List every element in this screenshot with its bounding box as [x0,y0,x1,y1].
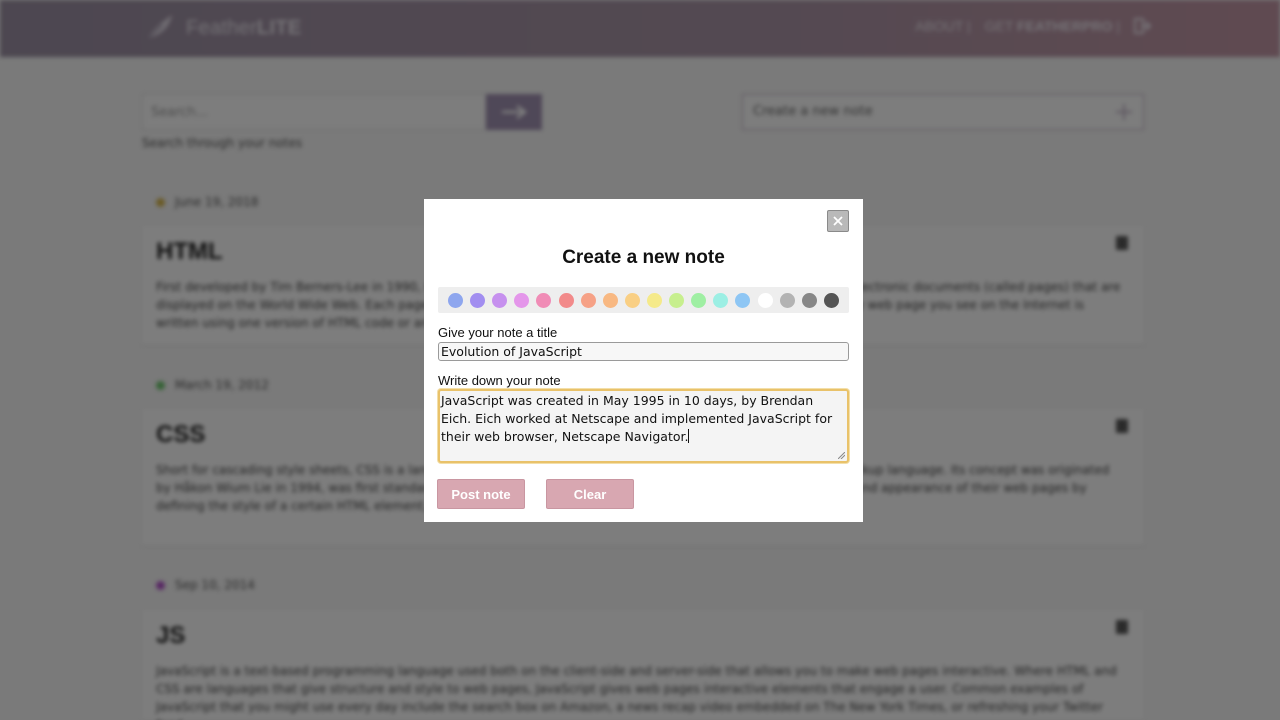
resize-handle-icon[interactable] [838,452,845,459]
note-label: Write down your note [438,373,561,388]
note-textarea[interactable]: JavaScript was created in May 1995 in 10… [438,389,849,463]
color-swatch[interactable] [514,292,530,308]
close-icon [833,216,843,226]
note-title-input[interactable]: Evolution of JavaScript [438,342,849,361]
color-swatch[interactable] [757,292,773,308]
modal-title: Create a new note [562,247,725,268]
color-swatch[interactable] [624,292,640,308]
color-swatch[interactable] [801,292,817,308]
color-swatch[interactable] [470,292,486,308]
note-textarea-text: JavaScript was created in May 1995 in 10… [441,393,833,444]
color-swatch[interactable] [448,292,463,308]
color-swatch[interactable] [691,292,707,308]
color-swatch[interactable] [492,292,508,308]
color-swatch[interactable] [580,292,596,308]
color-palette [438,287,849,313]
color-swatch[interactable] [669,292,685,308]
title-label: Give your note a title [438,325,558,340]
color-swatch[interactable] [713,292,729,308]
color-swatch[interactable] [536,292,552,308]
text-caret [688,429,690,443]
color-swatch[interactable] [735,292,751,308]
clear-button[interactable]: Clear [546,479,634,509]
close-button[interactable] [827,210,849,232]
color-swatch[interactable] [779,292,795,308]
color-swatch[interactable] [558,292,574,308]
color-swatch[interactable] [823,292,839,308]
color-swatch[interactable] [602,292,618,308]
color-swatch[interactable] [646,292,662,308]
post-note-button[interactable]: Post note [437,479,525,509]
create-note-modal: Create a new note Give your note a title… [424,199,863,522]
